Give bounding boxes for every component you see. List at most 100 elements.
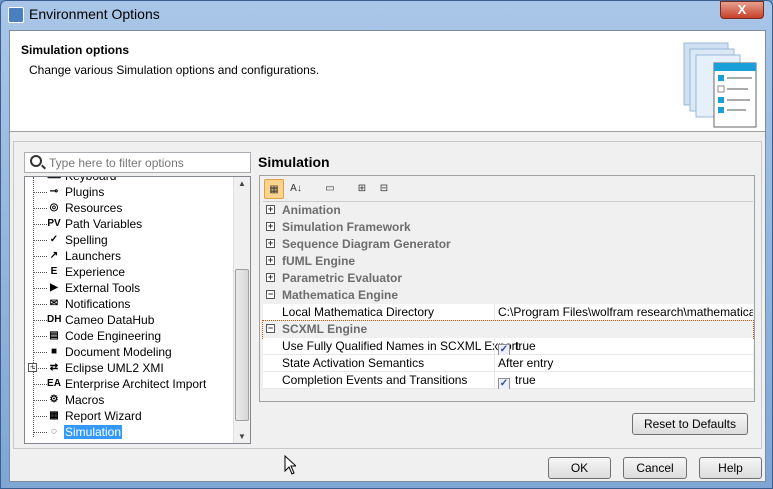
category-label: Parametric Evaluator bbox=[282, 271, 403, 285]
filter-placeholder: Type here to filter options bbox=[49, 156, 184, 170]
cancel-button[interactable]: Cancel bbox=[623, 457, 687, 479]
category-row[interactable]: + Parametric Evaluator bbox=[263, 270, 753, 287]
property-value[interactable]: ✓ true bbox=[494, 338, 753, 355]
categorized-view-icon[interactable]: ▦ bbox=[264, 179, 284, 199]
header-description: Change various Simulation options and co… bbox=[29, 63, 320, 77]
ok-button[interactable]: OK bbox=[548, 457, 611, 479]
tree-item-label: Macros bbox=[65, 393, 105, 407]
category-label: Mathematica Engine bbox=[282, 288, 399, 302]
checkbox[interactable]: ✓ bbox=[498, 344, 510, 355]
property-row[interactable]: Completion Events and Transitions ✓ true bbox=[263, 372, 753, 389]
tree-item-label: External Tools bbox=[65, 281, 141, 295]
tree-connector bbox=[33, 416, 47, 417]
collapse-all-icon[interactable]: ⊟ bbox=[374, 179, 394, 199]
scroll-up-icon[interactable]: ▲ bbox=[238, 179, 246, 188]
property-grid: + Animation + Simulation Framework + Sequence… bbox=[262, 201, 754, 401]
experience-icon: E bbox=[50, 266, 58, 277]
tree-connector bbox=[33, 176, 47, 177]
expand-icon[interactable]: + bbox=[266, 256, 275, 265]
property-value-text: true bbox=[515, 373, 536, 387]
category-row[interactable]: + Sequence Diagram Generator bbox=[263, 236, 753, 253]
property-value[interactable]: After entry bbox=[494, 355, 753, 372]
expand-icon[interactable]: + bbox=[266, 222, 275, 231]
expand-icon[interactable]: + bbox=[266, 239, 275, 248]
category-row[interactable]: + Animation bbox=[263, 202, 753, 219]
tree-connector bbox=[33, 224, 47, 225]
panel-title: Simulation bbox=[258, 154, 330, 170]
spelling-icon: ✓ bbox=[49, 234, 59, 245]
collapse-icon[interactable]: − bbox=[266, 324, 275, 333]
dialog-content: Simulation options Change various Simula… bbox=[9, 30, 766, 482]
tree-connector bbox=[33, 320, 47, 321]
category-row[interactable]: − SCXML Engine bbox=[262, 320, 754, 339]
scrollbar-thumb[interactable] bbox=[235, 269, 249, 421]
dialog-window: Environment Options X Simulation options… bbox=[0, 0, 773, 489]
property-name: Use Fully Qualified Names in SCXML Expor… bbox=[282, 339, 519, 353]
help-button[interactable]: Help bbox=[699, 457, 762, 479]
description-icon[interactable]: ▭ bbox=[320, 179, 340, 199]
category-row[interactable]: + Simulation Framework bbox=[263, 219, 753, 236]
tree-item-label: Enterprise Architect Import bbox=[65, 377, 207, 391]
tree-item-label: Cameo DataHub bbox=[65, 313, 155, 327]
tree-connector bbox=[33, 208, 47, 209]
expand-icon[interactable]: + bbox=[266, 273, 275, 282]
header-banner: Simulation options Change various Simula… bbox=[10, 31, 765, 132]
property-value-text: C:\Program Files\wolfram research\mathem… bbox=[498, 305, 753, 319]
tree-connector bbox=[33, 240, 47, 241]
filter-input[interactable]: Type here to filter options bbox=[24, 152, 251, 173]
tree-connector bbox=[33, 368, 47, 369]
tree-item-label: Path Variables bbox=[65, 217, 143, 231]
property-name: Local Mathematica Directory bbox=[282, 305, 435, 319]
tree-connector bbox=[33, 336, 47, 337]
options-tree[interactable]: ▲ ▼ ⌨ Keyboard ⊸ Plugins ◎ Resources PV Path Va… bbox=[24, 176, 251, 444]
checkbox[interactable]: ✓ bbox=[498, 378, 510, 389]
tree-item-label: Experience bbox=[65, 265, 126, 279]
property-name: Completion Events and Transitions bbox=[282, 373, 468, 387]
tree-connector bbox=[33, 304, 47, 305]
property-panel: ▦ A↓ ▭ ⊞ ⊟ + Animation + Simulation Framework + S… bbox=[259, 175, 755, 402]
close-button[interactable]: X bbox=[720, 1, 764, 19]
category-row[interactable]: + fUML Engine bbox=[263, 253, 753, 270]
document-icon: ■ bbox=[50, 346, 58, 357]
mouse-cursor-icon bbox=[284, 455, 296, 475]
tree-item-label: Simulation bbox=[64, 425, 123, 439]
property-value[interactable]: ✓ true bbox=[494, 372, 753, 389]
options-illustration-icon bbox=[683, 42, 757, 128]
envelope-icon: ✉ bbox=[49, 298, 59, 309]
gears-icon: ⚙ bbox=[49, 394, 59, 405]
datahub-icon: DH bbox=[47, 314, 62, 325]
tree-connector bbox=[33, 352, 47, 353]
tree-connector bbox=[33, 256, 47, 257]
category-label: Animation bbox=[282, 203, 341, 217]
expand-icon[interactable]: + bbox=[266, 205, 275, 214]
search-icon bbox=[30, 155, 42, 167]
property-value[interactable]: C:\Program Files\wolfram research\mathem… bbox=[494, 304, 753, 321]
simulation-icon: ◌ bbox=[51, 426, 57, 437]
tree-item-label: Report Wizard bbox=[65, 409, 142, 423]
reset-to-defaults-button[interactable]: Reset to Defaults bbox=[632, 413, 748, 435]
tree-item-label: Notifications bbox=[65, 297, 131, 311]
expand-all-icon[interactable]: ⊞ bbox=[352, 179, 372, 199]
keyboard-icon: ⌨ bbox=[47, 177, 61, 183]
tree-item-label: Resources bbox=[65, 201, 123, 215]
tree-item-label: Launchers bbox=[65, 249, 122, 263]
property-row[interactable]: Local Mathematica Directory C:\Program Fi… bbox=[263, 304, 753, 321]
plug-icon: ⊸ bbox=[49, 186, 59, 197]
property-row[interactable]: Use Fully Qualified Names in SCXML Expor… bbox=[263, 338, 753, 355]
collapse-icon[interactable]: − bbox=[266, 290, 275, 299]
window-title: Environment Options bbox=[29, 6, 160, 22]
tree-scrollbar[interactable]: ▲ ▼ bbox=[233, 177, 250, 443]
path-variables-icon: PV bbox=[47, 218, 61, 229]
property-value-text: true bbox=[515, 339, 536, 353]
disc-icon: ◎ bbox=[49, 202, 59, 213]
tree-item-label: Spelling bbox=[65, 233, 108, 247]
property-value-text: After entry bbox=[498, 356, 554, 370]
sort-alphabetical-icon[interactable]: A↓ bbox=[286, 179, 306, 199]
property-name: State Activation Semantics bbox=[282, 356, 425, 370]
property-row[interactable]: State Activation Semantics After entry bbox=[263, 355, 753, 372]
category-label: Sequence Diagram Generator bbox=[282, 237, 451, 251]
category-row[interactable]: − Mathematica Engine bbox=[263, 287, 753, 304]
scroll-down-icon[interactable]: ▼ bbox=[238, 432, 246, 441]
tree-connector bbox=[33, 192, 47, 193]
report-icon: ▦ bbox=[49, 410, 59, 421]
